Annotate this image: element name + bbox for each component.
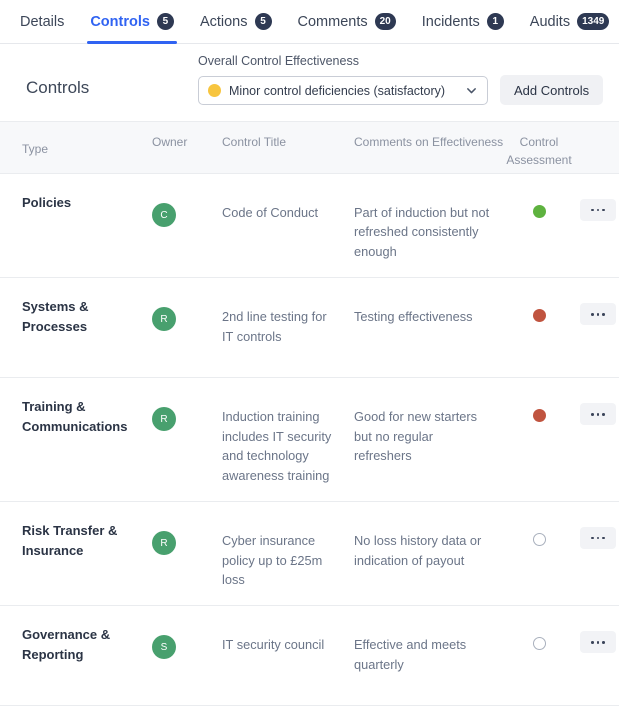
- active-tab-indicator: [87, 41, 177, 44]
- tab-controls[interactable]: Controls 5: [90, 0, 187, 44]
- tab-badge-count: 5: [255, 13, 272, 30]
- row-more-options-button[interactable]: [580, 527, 616, 549]
- dot-icon: [591, 641, 594, 644]
- tab-incidents[interactable]: Incidents 1: [422, 0, 517, 44]
- cell-type: Policies: [22, 193, 152, 213]
- tab-audits[interactable]: Audits 1349: [530, 0, 619, 44]
- add-controls-button[interactable]: Add Controls: [500, 75, 603, 105]
- cell-control-title: Induction training includes IT security …: [222, 407, 354, 485]
- panel-header: Controls Overall Control Effectiveness M…: [0, 44, 619, 121]
- dot-icon: [591, 313, 594, 316]
- status-badge: [533, 409, 546, 422]
- cell-type: Training & Communications: [22, 397, 152, 436]
- tab-comments[interactable]: Comments 20: [298, 0, 409, 44]
- tab-bar: Details Controls 5 Actions 5 Comments 20…: [0, 0, 619, 44]
- column-header-control-title: Control Title: [222, 122, 354, 151]
- status-badge: [533, 533, 546, 546]
- status-badge: [533, 637, 546, 650]
- cell-comments: Part of induction but not refreshed cons…: [354, 203, 504, 261]
- dot-icon: [597, 209, 600, 212]
- table-row[interactable]: Governance & Reporting S IT security cou…: [0, 606, 619, 706]
- dot-icon: [602, 413, 605, 416]
- avatar: R: [152, 307, 176, 331]
- table-header-row: Type Owner Control Title Comments on Eff…: [0, 121, 619, 174]
- row-more-options-button[interactable]: [580, 303, 616, 325]
- avatar: R: [152, 407, 176, 431]
- column-header-owner: Owner: [152, 122, 222, 151]
- tab-details[interactable]: Details: [20, 0, 64, 44]
- overall-control-effectiveness-group: Overall Control Effectiveness Minor cont…: [198, 54, 605, 105]
- dot-icon: [602, 537, 605, 540]
- table-row[interactable]: Systems & Processes R 2nd line testing f…: [0, 278, 619, 378]
- select-selected-value: Minor control deficiencies (satisfactory…: [229, 84, 461, 98]
- tab-badge-count: 1349: [577, 13, 609, 30]
- tab-label: Details: [20, 14, 64, 30]
- cell-control-title: Cyber insurance policy up to £25m loss: [222, 531, 354, 589]
- overall-control-effectiveness-select[interactable]: Minor control deficiencies (satisfactory…: [198, 76, 488, 105]
- dot-icon: [591, 413, 594, 416]
- avatar: C: [152, 203, 176, 227]
- column-header-comments: Comments on Effectiveness: [354, 122, 504, 151]
- column-header-control-assessment: Control Assessment: [504, 122, 574, 169]
- tab-label: Controls: [90, 14, 150, 30]
- table-row[interactable]: Risk Transfer & Insurance R Cyber insura…: [0, 502, 619, 606]
- cell-type: Risk Transfer & Insurance: [22, 521, 152, 560]
- row-more-options-button[interactable]: [580, 199, 616, 221]
- tab-label: Audits: [530, 14, 570, 30]
- amber-status-dot-icon: [208, 84, 221, 97]
- cell-comments: No loss history data or indication of pa…: [354, 531, 504, 570]
- tab-label: Actions: [200, 14, 248, 30]
- status-badge: [533, 205, 546, 218]
- status-badge: [533, 309, 546, 322]
- row-more-options-button[interactable]: [580, 631, 616, 653]
- tab-label: Comments: [298, 14, 368, 30]
- dot-icon: [597, 537, 600, 540]
- avatar: S: [152, 635, 176, 659]
- dot-icon: [602, 209, 605, 212]
- page-title: Controls: [26, 78, 198, 105]
- table-row[interactable]: Training & Communications R Induction tr…: [0, 378, 619, 502]
- cell-control-title: Code of Conduct: [222, 203, 354, 222]
- dot-icon: [591, 537, 594, 540]
- overall-control-effectiveness-label: Overall Control Effectiveness: [198, 54, 605, 68]
- dot-icon: [602, 641, 605, 644]
- dot-icon: [591, 209, 594, 212]
- row-more-options-button[interactable]: [580, 403, 616, 425]
- tab-label: Incidents: [422, 14, 480, 30]
- dot-icon: [597, 641, 600, 644]
- dot-icon: [597, 413, 600, 416]
- cell-comments: Effective and meets quarterly: [354, 635, 504, 674]
- table-row[interactable]: Policies C Code of Conduct Part of induc…: [0, 174, 619, 278]
- cell-comments: Good for new starters but no regular ref…: [354, 407, 504, 465]
- column-header-type: Type: [0, 138, 152, 158]
- cell-type: Systems & Processes: [22, 297, 152, 336]
- tab-badge-count: 5: [157, 13, 174, 30]
- cell-control-title: 2nd line testing for IT controls: [222, 307, 354, 346]
- controls-table: Type Owner Control Title Comments on Eff…: [0, 121, 619, 706]
- cell-comments: Testing effectiveness: [354, 307, 504, 326]
- tab-badge-count: 1: [487, 13, 504, 30]
- tab-actions[interactable]: Actions 5: [200, 0, 285, 44]
- dot-icon: [597, 313, 600, 316]
- cell-type: Governance & Reporting: [22, 625, 152, 664]
- chevron-down-icon: [465, 84, 478, 97]
- dot-icon: [602, 313, 605, 316]
- tab-badge-count: 20: [375, 13, 396, 30]
- avatar: R: [152, 531, 176, 555]
